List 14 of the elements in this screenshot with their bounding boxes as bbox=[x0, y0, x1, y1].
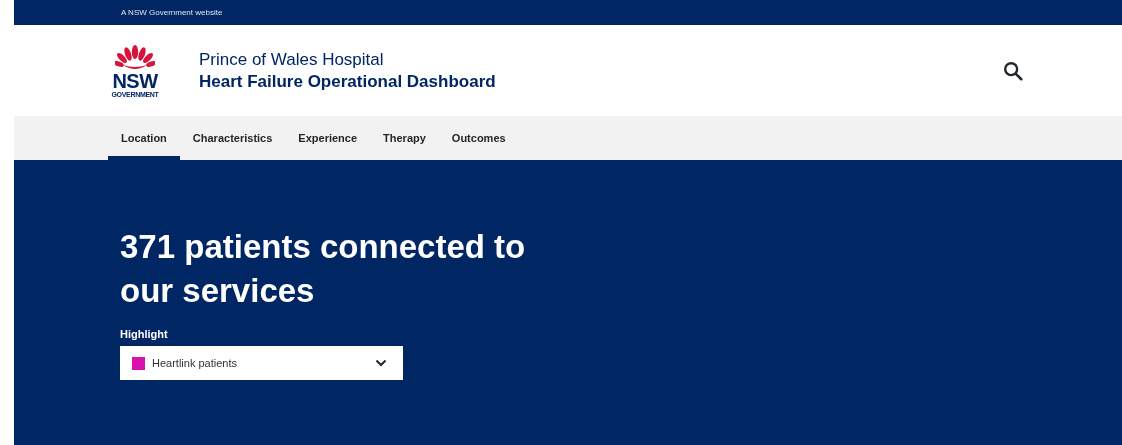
site-name: Prince of Wales Hospital bbox=[199, 49, 385, 70]
nav-tab[interactable]: Therapy bbox=[370, 116, 439, 160]
logo-wordmark: NSW bbox=[112, 71, 158, 91]
dropdown-value: Heartlink patients bbox=[152, 357, 237, 370]
highlight-dropdown[interactable]: Heartlink patients bbox=[120, 346, 403, 381]
nav-tab[interactable]: Outcomes bbox=[438, 116, 519, 160]
waratah-icon bbox=[115, 43, 155, 71]
nav-tab[interactable]: Experience bbox=[285, 116, 371, 160]
masthead-text: A NSW Government website bbox=[121, 8, 223, 17]
chevron-down-icon bbox=[375, 359, 387, 368]
highlight-label: Highlight bbox=[120, 328, 168, 341]
nav-tab[interactable]: Characteristics bbox=[179, 116, 286, 160]
dashboard-title: Heart Failure Operational Dashboard bbox=[199, 71, 496, 92]
hero-heading: 371 patients connected to our services bbox=[120, 227, 527, 311]
